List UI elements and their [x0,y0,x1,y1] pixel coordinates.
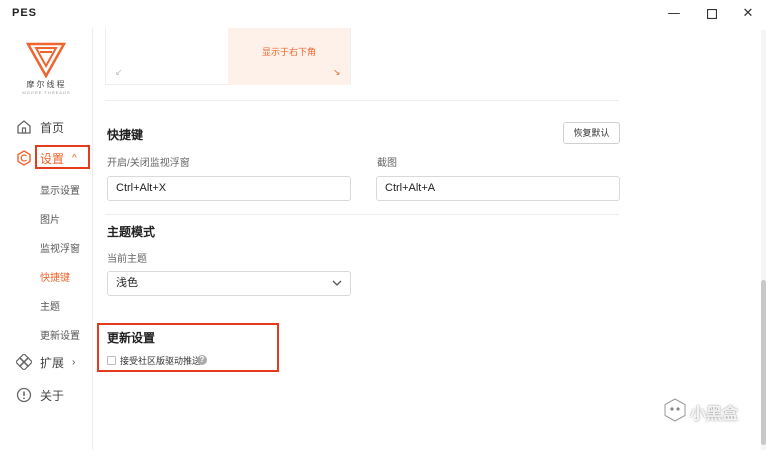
divider [105,214,619,215]
main-content: 显示于右下角 ↙ ↘ 快捷键 恢复默认 开启/关闭监视浮窗 Ctrl+Alt+X… [93,28,768,450]
toggle-overlay-shortcut-input[interactable]: Ctrl+Alt+X [107,176,351,201]
sidebar: 摩尔线程 MOORE THREADS 首页 设置 ^ 显示设置 图片 监视浮窗 … [0,28,93,450]
arrow-bottom-left-icon: ↙ [115,67,123,77]
sidebar-sub-image[interactable]: 图片 [40,211,60,226]
sidebar-item-home[interactable]: 首页 [0,116,93,138]
brand-name: 摩尔线程 [26,80,67,89]
settings-hex-icon [17,150,31,166]
current-theme-label: 当前主题 [107,254,147,265]
sidebar-item-label: 扩展 [40,355,65,370]
info-icon [16,387,32,403]
overlay-position-label: 显示于右下角 [261,47,316,57]
settings-highlight-box [35,145,90,169]
watermark-text: 小黑盒 [690,406,739,423]
chevron-right-icon: › [72,356,76,368]
update-settings-title: 更新设置 [107,331,156,345]
screenshot-label: 截图 [377,158,397,169]
scrollbar[interactable] [761,30,766,450]
brand-subname: MOORE THREADS [22,90,71,95]
scrollbar-thumb[interactable] [761,280,766,445]
divider [105,100,619,101]
watermark-logo-icon [664,398,686,422]
sidebar-sub-theme[interactable]: 主题 [40,298,60,313]
extension-icon [16,354,32,370]
arrow-bottom-right-icon: ↘ [333,67,341,77]
brand-logo-icon [26,42,66,78]
theme-select[interactable]: 浅色 [107,271,351,296]
shortcuts-title: 快捷键 [107,128,144,142]
maximize-icon[interactable] [702,4,722,24]
app-title: PES [12,7,38,19]
theme-title: 主题模式 [107,225,156,239]
sidebar-item-about[interactable]: 关于 [0,384,93,406]
community-driver-label[interactable]: 接受社区版驱动推送 [120,354,201,367]
community-driver-checkbox[interactable] [107,356,116,365]
chevron-down-icon [332,280,342,286]
sidebar-item-label: 首页 [40,120,65,135]
toggle-overlay-label: 开启/关闭监视浮窗 [107,158,190,169]
theme-select-value: 浅色 [116,277,138,289]
reset-default-button[interactable]: 恢复默认 [563,122,620,144]
sidebar-sub-display[interactable]: 显示设置 [40,182,80,197]
minimize-icon[interactable]: — [664,4,684,24]
help-icon[interactable]: ? [197,355,207,365]
sidebar-sub-update[interactable]: 更新设置 [40,327,80,342]
sidebar-sub-shortcuts[interactable]: 快捷键 [40,269,70,284]
screenshot-shortcut-input[interactable]: Ctrl+Alt+A [376,176,620,201]
sidebar-sub-overlay[interactable]: 监视浮窗 [40,240,80,255]
title-bar: PES — ✕ [0,0,768,28]
close-icon[interactable]: ✕ [738,4,758,24]
sidebar-item-extension[interactable]: 扩展 › [0,351,93,373]
sidebar-item-label: 关于 [40,388,65,403]
home-icon [17,120,31,134]
